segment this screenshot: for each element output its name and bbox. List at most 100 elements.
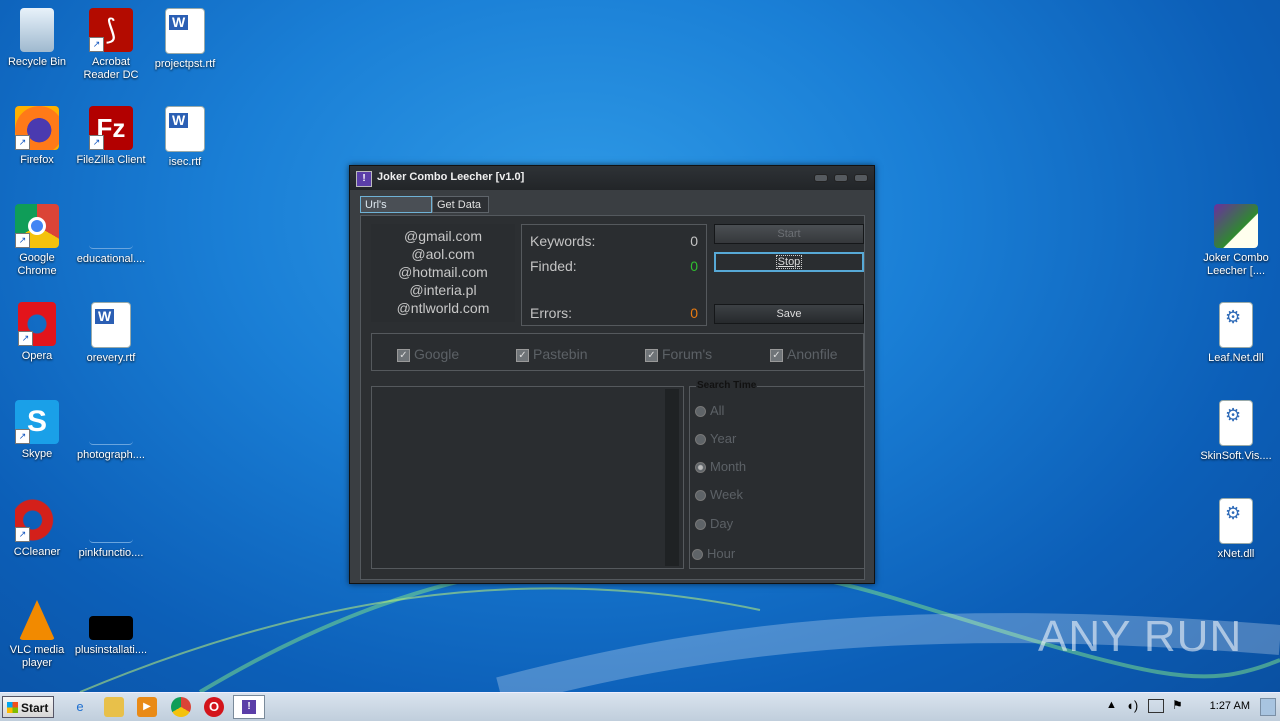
desktop-icon-leaf-dll[interactable]: ⚙ Leaf.Net.dll	[1199, 302, 1273, 365]
radio-label: Year	[710, 431, 737, 446]
check-icon: ✓	[770, 348, 783, 362]
radio-week[interactable]: Week	[695, 487, 743, 502]
stop-button-label: Stop	[775, 255, 803, 269]
desktop-icon-acrobat[interactable]: ⟆ ↗ Acrobat Reader DC	[74, 8, 148, 82]
vlc-icon	[19, 600, 55, 640]
word-doc-icon: W	[91, 302, 131, 348]
desktop-icon-firefox[interactable]: ↗ Firefox	[0, 106, 74, 167]
desktop-icon-label: FileZilla Client	[76, 154, 146, 166]
taskbar: Start e ▶ O ! ▲ ◖) ⚑ 1:27 AM	[0, 692, 1280, 721]
desktop-icon-projectpst[interactable]: W projectpst.rtf	[148, 8, 222, 71]
radio-label: Month	[710, 459, 747, 474]
save-button[interactable]: Save	[714, 304, 864, 324]
keywords-textarea[interactable]	[371, 386, 684, 569]
desktop-icon-xnet-dll[interactable]: ⚙ xNet.dll	[1199, 498, 1273, 561]
desktop-icon-educational[interactable]: educational....	[74, 204, 148, 266]
start-button[interactable]: Start	[2, 696, 54, 718]
window-titlebar[interactable]: ! Joker Combo Leecher [v1.0]	[350, 166, 874, 190]
desktop-icon-opera[interactable]: ↗ Opera	[0, 302, 74, 363]
recycle-bin-icon	[20, 8, 54, 52]
taskbar-joker-app[interactable]: !	[233, 695, 265, 719]
search-time-title: Search Time	[696, 380, 758, 391]
maximize-button[interactable]	[834, 174, 848, 182]
textarea-scrollbar[interactable]	[665, 389, 679, 566]
desktop-icon-skype[interactable]: S ↗ Skype	[0, 400, 74, 461]
ccleaner-icon: ↗	[15, 498, 59, 542]
checkbox-label: Google	[414, 346, 460, 362]
chrome-icon: ↗	[15, 204, 59, 248]
word-doc-icon: W	[165, 106, 205, 152]
checkbox-pastebin[interactable]: ✓ Pastebin	[516, 346, 587, 362]
radio-circle	[695, 519, 706, 531]
desktop-icon-chrome[interactable]: ↗ Google Chrome	[0, 204, 74, 278]
check-icon: ✓	[516, 348, 529, 362]
radio-label: Hour	[707, 546, 736, 561]
clock[interactable]: 1:27 AM	[1210, 700, 1250, 712]
desktop-icon-ccleaner[interactable]: ↗ CCleaner	[0, 498, 74, 559]
desktop-icon-joker[interactable]: Joker Combo Leecher [....	[1199, 204, 1273, 278]
chrome-icon[interactable]	[171, 697, 191, 717]
desktop-icon-orevery[interactable]: W orevery.rtf	[74, 302, 148, 365]
list-item: @hotmail.com	[398, 264, 488, 280]
show-desktop-button[interactable]	[1260, 698, 1276, 716]
desktop-icon-label: Google Chrome	[17, 252, 57, 277]
desktop-icon-label: xNet.dll	[1217, 548, 1255, 560]
app-icon: !	[356, 171, 372, 187]
tab-urls-grabber[interactable]: Url's Grabber	[360, 196, 432, 228]
internet-explorer-icon[interactable]: e	[70, 697, 90, 717]
stop-button[interactable]: Stop	[714, 252, 864, 272]
action-center-flag-icon[interactable]: ⚑	[1172, 698, 1183, 712]
close-button[interactable]	[854, 174, 868, 182]
desktop-icon-label: pinkfunctio....	[78, 547, 144, 559]
checkbox-anonfile[interactable]: ✓ Anonfile	[770, 346, 838, 362]
dll-icon: ⚙	[1219, 498, 1253, 544]
opera-icon[interactable]: O	[204, 697, 224, 717]
dll-icon: ⚙	[1219, 400, 1253, 446]
radio-all[interactable]: All	[695, 403, 724, 418]
minimize-button[interactable]	[814, 174, 828, 182]
list-item: @interia.pl	[409, 282, 477, 298]
system-tray: ▲ ◖) ⚑ 1:27 AM	[1100, 693, 1280, 721]
finded-label: Finded:	[530, 258, 577, 274]
list-item: @ntlworld.com	[396, 300, 490, 316]
show-hidden-icons-icon[interactable]: ▲	[1106, 699, 1117, 711]
radio-hour[interactable]: Hour	[692, 546, 735, 561]
checkbox-google[interactable]: ✓ Google	[397, 346, 459, 362]
desktop-icon-label: Skype	[21, 448, 53, 460]
desktop-icon-plusinstallati[interactable]: plusinstallati....	[74, 596, 148, 657]
joker-app-icon: !	[242, 700, 256, 714]
dll-icon: ⚙	[1219, 302, 1253, 348]
media-player-icon[interactable]: ▶	[137, 697, 157, 717]
checkbox-forums[interactable]: ✓ Forum's	[645, 346, 712, 362]
desktop-icon-pinkfunctio[interactable]: pinkfunctio....	[74, 498, 148, 560]
desktop-icon-photograph[interactable]: photograph....	[74, 400, 148, 462]
errors-value: 0	[690, 305, 698, 321]
radio-circle	[695, 434, 706, 446]
network-icon[interactable]	[1148, 699, 1164, 713]
anyrun-watermark: ANY RUN	[1038, 612, 1243, 661]
volume-icon[interactable]: ◖)	[1126, 698, 1138, 713]
desktop-icon-isec[interactable]: W isec.rtf	[148, 106, 222, 169]
domain-list[interactable]: @gmail.com @aol.com @hotmail.com @interi…	[371, 224, 515, 322]
desktop-icon-label: Opera	[21, 350, 53, 362]
radio-year[interactable]: Year	[695, 431, 736, 446]
desktop-icon-recycle-bin[interactable]: Recycle Bin	[0, 8, 74, 69]
desktop-icon-label: educational....	[76, 253, 146, 265]
desktop-icon-label: Firefox	[20, 154, 54, 166]
joker-icon	[1214, 204, 1258, 248]
sources-box: ✓ Google ✓ Pastebin ✓ Forum's ✓ Anonfile	[371, 333, 864, 371]
radio-day[interactable]: Day	[695, 516, 733, 531]
file-explorer-icon[interactable]	[104, 697, 124, 717]
keywords-label: Keywords:	[530, 233, 596, 249]
desktop-icon-label: Acrobat Reader DC	[83, 56, 139, 81]
desktop-icon-vlc[interactable]: VLC media player	[0, 596, 74, 670]
desktop-icon-skinsoft-dll[interactable]: ⚙ SkinSoft.Vis....	[1199, 400, 1273, 463]
desktop-icon-filezilla[interactable]: Fz ↗ FileZilla Client	[74, 106, 148, 167]
acrobat-icon: ⟆ ↗	[89, 8, 133, 52]
tab-get-data[interactable]: Get Data	[432, 196, 489, 213]
desktop-icon-label: Recycle Bin	[7, 56, 67, 68]
radio-month[interactable]: Month	[695, 459, 746, 474]
start-button[interactable]: Start	[714, 224, 864, 244]
desktop-icon-label: SkinSoft.Vis....	[1200, 450, 1272, 462]
radio-label: Day	[710, 516, 734, 531]
